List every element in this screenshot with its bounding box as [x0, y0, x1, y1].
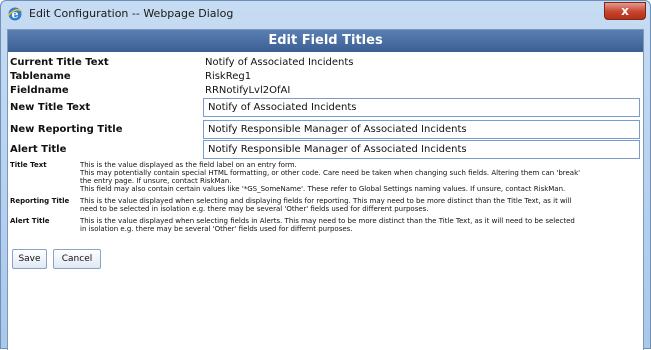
help-reporting-title: This is the value displayed when selecti… — [80, 197, 640, 213]
fieldname-value: RRNotifyLvl2OfAI — [205, 85, 291, 96]
help-reporting-title-label: Reporting Title — [10, 197, 70, 205]
help-line: need to be selected in isolation e.g. th… — [80, 205, 429, 213]
close-icon: x — [621, 4, 629, 18]
title-bar[interactable]: e Edit Configuration -- Webpage Dialog x — [1, 1, 650, 29]
save-button[interactable]: Save — [12, 249, 47, 269]
new-title-input[interactable] — [203, 98, 640, 117]
cancel-button[interactable]: Cancel — [53, 249, 101, 269]
window-title: Edit Configuration -- Webpage Dialog — [29, 7, 234, 20]
close-button[interactable]: x — [604, 2, 646, 20]
help-alert-title-label: Alert Title — [10, 217, 50, 225]
alert-title-label: Alert Title — [10, 144, 67, 155]
help-line: This field may also contain certain valu… — [80, 185, 566, 193]
current-title-value: Notify of Associated Incidents — [205, 57, 354, 68]
help-line: This is the value displayed when selecti… — [80, 197, 572, 205]
page-title: Edit Field Titles — [8, 30, 643, 52]
help-line: This is the value displayed as the field… — [80, 161, 297, 169]
help-title-text-label: Title Text — [10, 161, 47, 169]
help-line: This may potentially contain special HTM… — [80, 169, 581, 177]
alert-title-input[interactable] — [203, 140, 640, 159]
fieldname-label: Fieldname — [10, 85, 69, 96]
help-line: in isolation e.g. there may be several '… — [80, 225, 353, 233]
help-alert-title: This is the value displayed when selecti… — [80, 217, 640, 233]
current-title-label: Current Title Text — [10, 57, 109, 68]
help-line: the entry page. If unsure, contact RiskM… — [80, 177, 232, 185]
reporting-title-label: New Reporting Title — [10, 124, 123, 135]
dialog-content: Edit Field Titles Current Title Text Not… — [7, 29, 644, 350]
tablename-value: RiskReg1 — [205, 71, 252, 82]
reporting-title-input[interactable] — [203, 120, 640, 139]
new-title-label: New Title Text — [10, 102, 91, 113]
dialog-window: e Edit Configuration -- Webpage Dialog x… — [0, 0, 651, 350]
help-line: This is the value displayed when selecti… — [80, 217, 575, 225]
tablename-label: Tablename — [10, 71, 71, 82]
help-title-text: This is the value displayed as the field… — [80, 161, 640, 193]
internet-explorer-icon: e — [7, 7, 23, 21]
